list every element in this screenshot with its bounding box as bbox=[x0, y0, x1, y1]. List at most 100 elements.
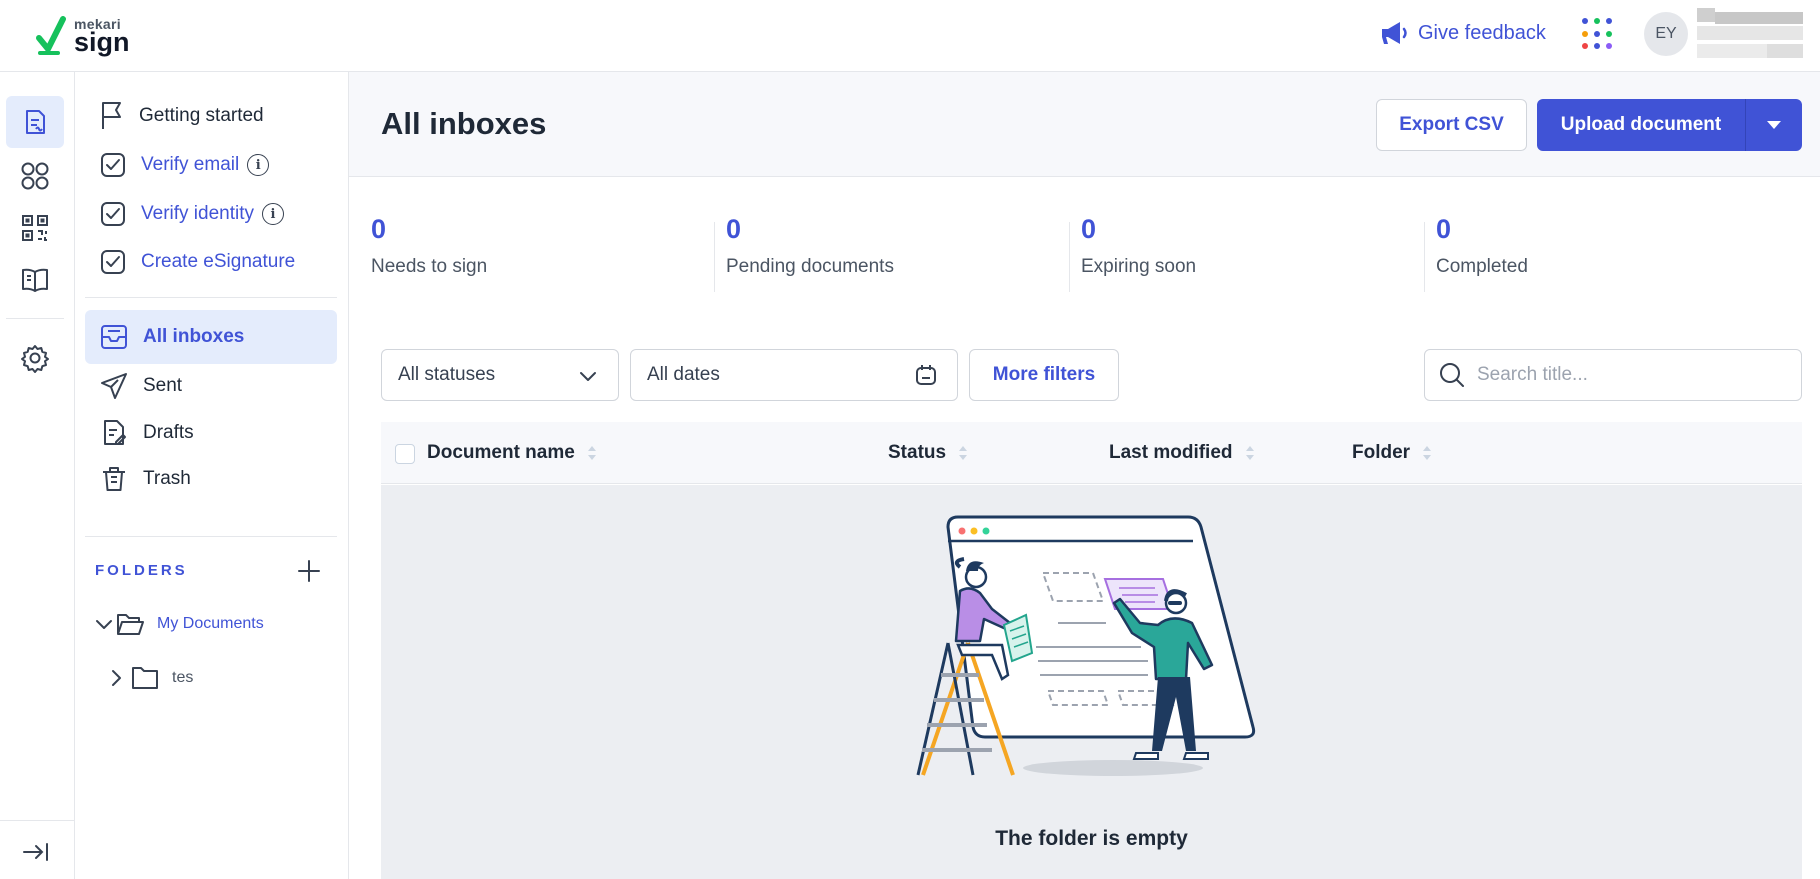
rail-guide-button[interactable] bbox=[6, 254, 64, 306]
add-folder-button[interactable] bbox=[294, 556, 324, 586]
sidebar: Getting started Verify email i Verify id… bbox=[75, 72, 349, 879]
column-label: Document name bbox=[427, 442, 575, 463]
app-dot bbox=[1606, 43, 1612, 50]
chevron-right-icon bbox=[112, 670, 121, 686]
sidebar-item-all-inboxes[interactable]: All inboxes bbox=[85, 310, 337, 364]
upload-document-split-button: Upload document bbox=[1537, 99, 1802, 151]
app-dot bbox=[1606, 18, 1612, 24]
app-dot bbox=[1606, 30, 1612, 37]
search-box bbox=[1424, 349, 1802, 401]
stat-label: Pending documents bbox=[726, 256, 894, 277]
sidebar-divider bbox=[85, 297, 337, 298]
avatar[interactable]: EY bbox=[1644, 12, 1688, 56]
stat-value: 0 bbox=[371, 214, 387, 244]
app-dot bbox=[1582, 18, 1588, 24]
column-last-modified[interactable]: Last modified bbox=[1109, 442, 1255, 464]
mekari-sign-logo[interactable]: mekari sign bbox=[36, 16, 130, 56]
status-filter-value: All statuses bbox=[398, 364, 496, 385]
column-label: Last modified bbox=[1109, 442, 1233, 463]
verify-email-label: Verify email bbox=[141, 154, 240, 175]
checkbox-checked-icon bbox=[101, 250, 125, 274]
getting-started-label: Getting started bbox=[139, 105, 264, 126]
qr-code-icon bbox=[22, 215, 48, 241]
stat-completed: 0 Completed bbox=[1414, 214, 1769, 284]
info-icon[interactable]: i bbox=[247, 154, 270, 176]
sidebar-item-verify-identity[interactable]: Verify identity i bbox=[85, 191, 337, 237]
caret-down-icon bbox=[1767, 121, 1781, 129]
rail-settings-button[interactable] bbox=[6, 332, 64, 384]
flag-icon bbox=[102, 102, 121, 129]
empty-folder-illustration-icon bbox=[916, 515, 1256, 776]
empty-state-text: The folder is empty bbox=[995, 827, 1188, 850]
sort-icon bbox=[587, 446, 596, 460]
column-folder[interactable]: Folder bbox=[1352, 442, 1432, 464]
rail-qr-button[interactable] bbox=[6, 202, 64, 254]
top-bar: mekari sign Give feedback EY bbox=[0, 0, 1820, 72]
folder-tes[interactable]: tes bbox=[108, 661, 193, 695]
column-document-name[interactable]: Document name bbox=[427, 442, 597, 464]
stat-value: 0 bbox=[726, 214, 742, 244]
app-dot bbox=[1594, 30, 1600, 37]
upload-document-button[interactable]: Upload document bbox=[1537, 99, 1745, 151]
rail-apps-button[interactable] bbox=[6, 150, 64, 202]
chevron-down-icon bbox=[96, 620, 112, 629]
icon-rail bbox=[0, 72, 75, 879]
collapse-sidebar-button[interactable] bbox=[18, 837, 54, 867]
draft-icon bbox=[104, 420, 126, 445]
status-filter-select[interactable]: All statuses bbox=[381, 349, 619, 401]
sort-icon bbox=[1245, 446, 1254, 460]
apps-icon bbox=[21, 162, 49, 190]
folder-label: tes bbox=[172, 669, 194, 686]
sort-icon bbox=[959, 446, 968, 460]
more-filters-button[interactable]: More filters bbox=[969, 349, 1119, 401]
folders-heading: FOLDERS bbox=[95, 562, 188, 579]
rail-divider bbox=[6, 318, 64, 319]
rail-documents-button[interactable] bbox=[6, 96, 64, 148]
app-dot bbox=[1594, 18, 1600, 24]
send-icon bbox=[101, 373, 127, 399]
sidebar-item-sent[interactable]: Sent bbox=[85, 363, 337, 409]
sidebar-item-getting-started[interactable]: Getting started bbox=[85, 93, 337, 139]
export-csv-button[interactable]: Export CSV bbox=[1376, 99, 1527, 151]
stat-expiring-soon: 0 Expiring soon bbox=[1059, 214, 1414, 284]
trash-label: Trash bbox=[143, 468, 191, 489]
folder-label: My Documents bbox=[157, 615, 264, 632]
table-header: Document name Status Last modified Folde… bbox=[381, 422, 1802, 484]
folder-my-documents[interactable]: My Documents bbox=[95, 607, 264, 641]
drafts-label: Drafts bbox=[143, 422, 194, 443]
user-name-redacted[interactable] bbox=[1697, 8, 1803, 60]
sent-label: Sent bbox=[143, 375, 183, 396]
column-label: Status bbox=[888, 442, 947, 463]
create-esignature-label: Create eSignature bbox=[141, 251, 296, 272]
document-icon bbox=[26, 110, 45, 134]
stat-label: Expiring soon bbox=[1081, 256, 1197, 277]
calendar-icon bbox=[916, 365, 936, 385]
stat-label: Completed bbox=[1436, 256, 1528, 277]
select-all-checkbox[interactable] bbox=[395, 444, 415, 464]
give-feedback-link[interactable]: Give feedback bbox=[1380, 16, 1546, 50]
date-filter-select[interactable]: All dates bbox=[630, 349, 958, 401]
folder-open-icon bbox=[117, 614, 144, 635]
sidebar-item-create-esignature[interactable]: Create eSignature bbox=[85, 239, 337, 285]
column-status[interactable]: Status bbox=[888, 442, 968, 464]
search-icon bbox=[1440, 363, 1464, 387]
page-title: All inboxes bbox=[381, 106, 547, 141]
give-feedback-label: Give feedback bbox=[1418, 21, 1546, 44]
checkbox-checked-icon bbox=[101, 202, 125, 226]
collapse-arrow-icon bbox=[23, 843, 48, 861]
sidebar-item-drafts[interactable]: Drafts bbox=[85, 410, 337, 456]
sidebar-divider bbox=[85, 536, 337, 537]
megaphone-icon bbox=[1382, 22, 1407, 44]
stat-label: Needs to sign bbox=[371, 256, 488, 277]
info-icon[interactable]: i bbox=[262, 203, 284, 225]
sidebar-item-trash[interactable]: Trash bbox=[85, 456, 337, 502]
stat-pending-documents: 0 Pending documents bbox=[704, 214, 1059, 284]
sidebar-item-verify-email[interactable]: Verify email i bbox=[85, 142, 337, 188]
page-header: All inboxes Export CSV Upload document bbox=[349, 72, 1820, 177]
verify-identity-label: Verify identity bbox=[141, 203, 254, 224]
upload-options-dropdown[interactable] bbox=[1746, 99, 1802, 151]
search-input[interactable] bbox=[1477, 364, 1777, 386]
app-switcher-icon[interactable] bbox=[1580, 16, 1614, 50]
inbox-icon bbox=[101, 325, 127, 349]
plus-icon bbox=[298, 560, 320, 582]
